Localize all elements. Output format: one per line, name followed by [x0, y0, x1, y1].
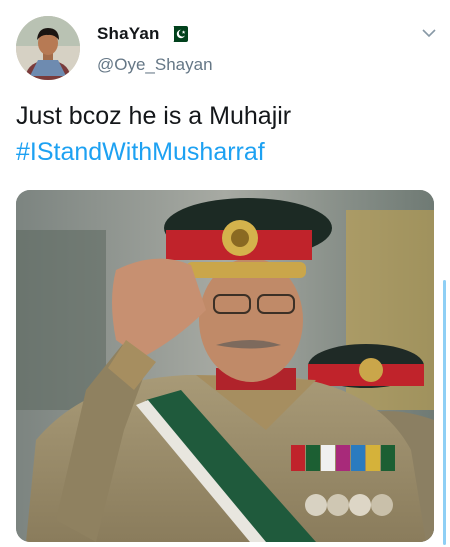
tweet-card: ShaYan @Oye_Shayan Just bcoz he is a Muh… [0, 0, 450, 547]
tweet-text: Just bcoz he is a Muhajir [16, 102, 292, 130]
hashtag-link[interactable]: #IStandWithMusharraf [16, 137, 265, 167]
tweet-media-photo[interactable] [16, 190, 434, 542]
author-handle[interactable]: @Oye_Shayan [97, 55, 213, 75]
author-avatar[interactable] [16, 16, 80, 80]
scrollbar[interactable] [443, 280, 446, 545]
author-display-name[interactable]: ShaYan [97, 24, 160, 44]
saluting-general-photo [16, 190, 434, 542]
pakistan-flag-icon [170, 26, 188, 42]
chevron-down-icon[interactable] [420, 24, 438, 42]
avatar-image [16, 16, 80, 80]
